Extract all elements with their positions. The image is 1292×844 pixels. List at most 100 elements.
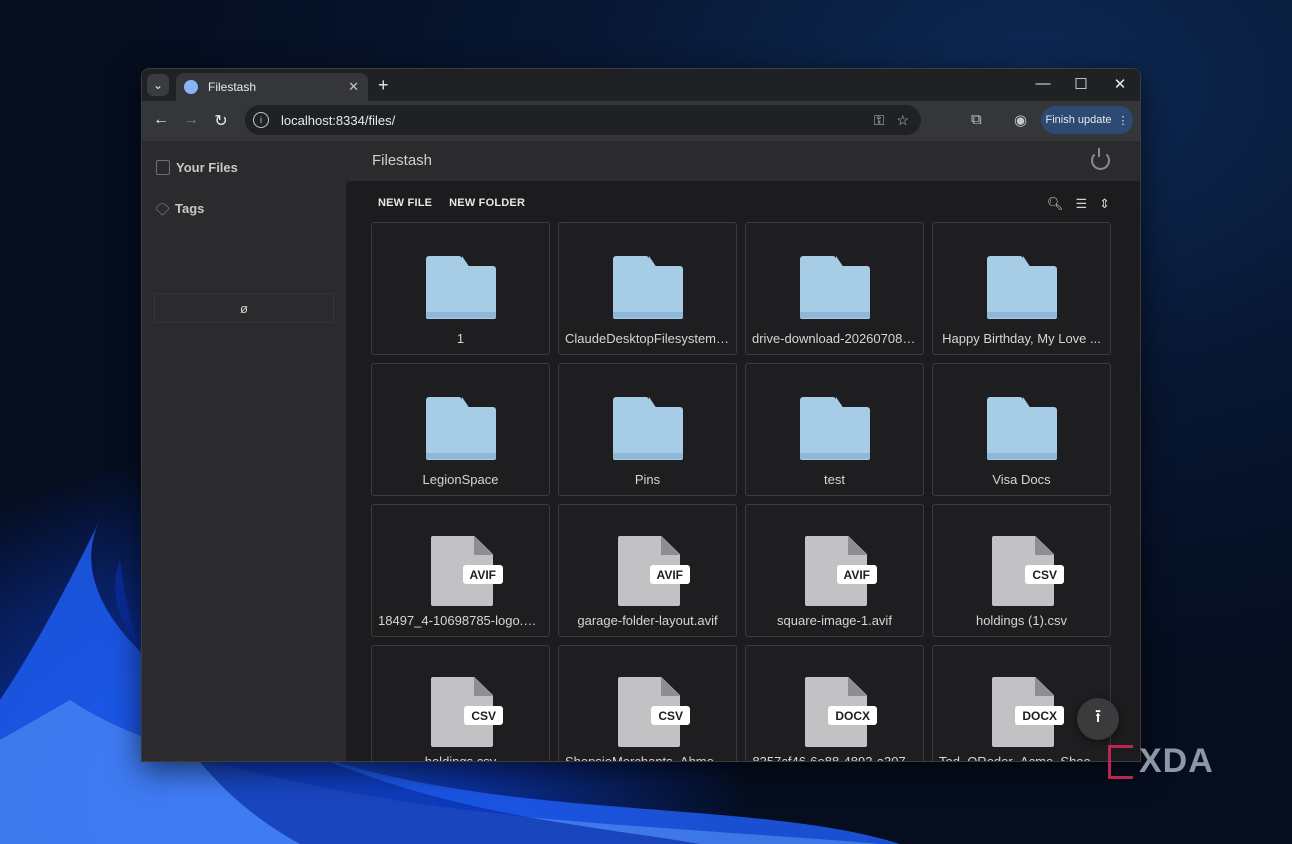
chevron-down-icon[interactable]: ⌄ (147, 74, 169, 96)
file-extension-badge: CSV (464, 706, 503, 725)
file-icon: AVIF (618, 536, 690, 606)
finish-update-button[interactable]: Finish update ⋮ (1041, 106, 1133, 134)
file-card[interactable]: AVIF square-image-1.avif (745, 504, 924, 637)
file-browser: NEW FILE NEW FOLDER 🔍︎ ☰ ⇕ 1 ClaudeDeskto… (346, 181, 1140, 761)
file-name: test (824, 472, 845, 487)
file-extension-badge: DOCX (828, 706, 877, 725)
tab-close-icon[interactable]: ✕ (348, 79, 359, 95)
folder-icon (800, 256, 870, 319)
bookmark-star-icon[interactable]: ☆ (896, 112, 909, 129)
tab-strip: ⌄ Filestash ✕ + — ☐ ✕ (142, 69, 1140, 101)
file-extension-badge: AVIF (649, 565, 690, 584)
menu-dots-icon: ⋮ (1117, 114, 1129, 127)
file-extension-badge: CSV (1025, 565, 1064, 584)
sidebar-item-your-files[interactable]: Your Files (156, 160, 238, 175)
sidebar-item-tags[interactable]: Tags (155, 201, 205, 216)
file-name: ShopsieMerchants_Ahmed... (565, 754, 730, 761)
file-name: LegionSpace (422, 472, 499, 487)
folder-icon (613, 397, 683, 460)
xda-logo-text: XDA (1139, 742, 1214, 780)
power-icon[interactable] (1091, 148, 1110, 170)
file-icon: DOCX (805, 677, 877, 747)
folder-card[interactable]: Pins (558, 363, 737, 496)
file-card[interactable]: AVIF 18497_4-10698785-logo.avif (371, 504, 550, 637)
file-name: holdings (1).csv (975, 613, 1068, 628)
app-header: Filestash (346, 141, 1140, 181)
file-card[interactable]: DOCX 8357cf46-6e88-4892-a307... (745, 645, 924, 761)
file-name: holdings.csv (378, 754, 543, 761)
file-card[interactable]: AVIF garage-folder-layout.avif (558, 504, 737, 637)
address-bar[interactable]: i localhost:8334/files/ ⚿ ☆ (245, 105, 921, 135)
folder-icon (987, 397, 1057, 460)
file-icon: CSV (431, 677, 503, 747)
maximize-icon[interactable]: ☐ (1071, 75, 1091, 93)
files-panel-icon (156, 160, 170, 175)
tag-icon (155, 201, 170, 216)
file-icon: AVIF (805, 536, 877, 606)
new-tab-button[interactable]: + (378, 75, 389, 95)
file-extension-badge: AVIF (836, 565, 877, 584)
folder-icon (613, 256, 683, 319)
sidebar-item-label: Tags (175, 201, 205, 216)
file-name: Pins (634, 472, 661, 487)
tab-title: Filestash (208, 80, 257, 94)
folder-icon (800, 397, 870, 460)
file-name: Visa Docs (992, 472, 1051, 487)
search-icon[interactable]: 🔍︎ (1047, 196, 1064, 212)
folder-card[interactable]: LegionSpace (371, 363, 550, 496)
folder-card[interactable]: test (745, 363, 924, 496)
folder-card[interactable]: Happy Birthday, My Love ... (932, 222, 1111, 355)
file-card[interactable]: CSV ShopsieMerchants_Ahmed... (558, 645, 737, 761)
view-controls: 🔍︎ ☰ ⇕ (1047, 196, 1110, 212)
sort-icon[interactable]: ⇕ (1099, 196, 1110, 212)
extensions-icon[interactable]: ⧉ (971, 111, 982, 128)
file-name: 8357cf46-6e88-4892-a307... (752, 754, 917, 761)
forward-icon[interactable]: → (181, 111, 201, 129)
filestash-favicon-icon (184, 80, 198, 94)
file-icon: CSV (992, 536, 1064, 606)
info-icon[interactable]: i (253, 112, 269, 128)
file-extension-badge: AVIF (462, 565, 503, 584)
browser-toolbar: ← → ↻ i localhost:8334/files/ ⚿ ☆ ⧉ ◉ Fi… (142, 101, 1140, 141)
back-icon[interactable]: ← (151, 111, 171, 129)
tab-filestash[interactable]: Filestash ✕ (176, 73, 368, 101)
file-name: Tod_QReder_Acme_Shoogi... (939, 754, 1104, 761)
xda-watermark: XDA (1108, 742, 1214, 781)
file-name: garage-folder-layout.avif (577, 613, 718, 628)
file-name: Happy Birthday, My Love ... (942, 331, 1101, 346)
profile-icon[interactable]: ◉ (1014, 111, 1027, 129)
minimize-icon[interactable]: — (1033, 75, 1053, 92)
url-text[interactable]: localhost:8334/files/ (281, 113, 874, 128)
file-name: 1 (456, 331, 465, 346)
file-extension-badge: DOCX (1015, 706, 1064, 725)
list-view-icon[interactable]: ☰ (1075, 196, 1087, 212)
sidebar: Your Files Tags ø (142, 141, 346, 761)
new-file-button[interactable]: NEW FILE (378, 197, 432, 209)
file-card[interactable]: CSV holdings (1).csv (932, 504, 1111, 637)
file-icon: DOCX (992, 677, 1064, 747)
folder-card[interactable]: Visa Docs (932, 363, 1111, 496)
file-name: drive-download-20260708T... (752, 331, 917, 346)
file-name: square-image-1.avif (777, 613, 892, 628)
page-title: Filestash (372, 152, 433, 169)
file-card[interactable]: CSV holdings.csv (371, 645, 550, 761)
upload-icon: ⭱ (1094, 706, 1102, 726)
finish-update-label: Finish update (1045, 114, 1112, 126)
upload-button[interactable]: ⭱ (1077, 698, 1119, 740)
password-key-icon[interactable]: ⚿ (874, 112, 885, 129)
tags-empty-box: ø (154, 293, 334, 323)
folder-icon (426, 256, 496, 319)
folder-card[interactable]: 1 (371, 222, 550, 355)
folder-card[interactable]: drive-download-20260708T... (745, 222, 924, 355)
close-icon[interactable]: ✕ (1110, 75, 1130, 93)
sidebar-item-label: Your Files (176, 160, 238, 175)
folder-card[interactable]: ClaudeDesktopFilesystemPl... (558, 222, 737, 355)
folder-icon (987, 256, 1057, 319)
xda-logo-bracket (1108, 744, 1133, 779)
file-icon: AVIF (431, 536, 503, 606)
new-folder-button[interactable]: NEW FOLDER (449, 197, 525, 209)
file-name: ClaudeDesktopFilesystemPl... (565, 331, 730, 346)
reload-icon[interactable]: ↻ (211, 111, 231, 131)
folder-icon (426, 397, 496, 460)
action-bar: NEW FILE NEW FOLDER (378, 197, 525, 209)
